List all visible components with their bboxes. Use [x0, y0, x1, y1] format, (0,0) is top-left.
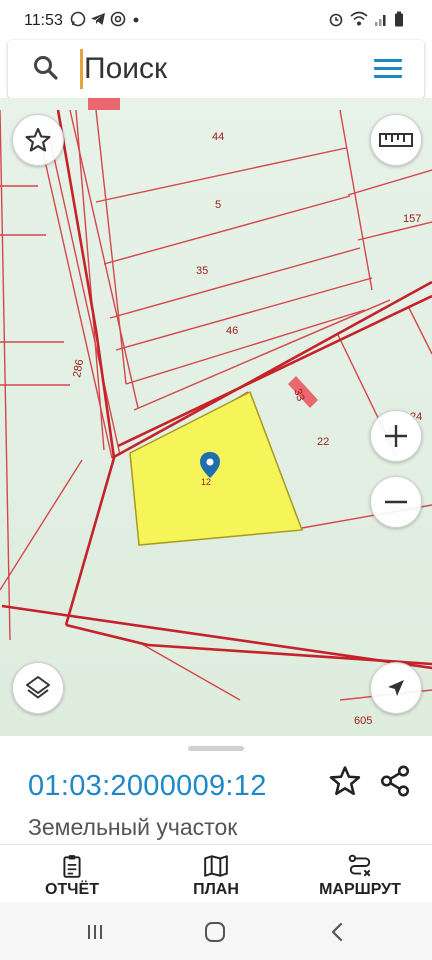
alarm-icon	[329, 13, 343, 27]
map-icon	[204, 855, 228, 877]
menu-icon-line	[374, 67, 402, 70]
zoom-out-button[interactable]	[370, 476, 422, 528]
parcel-label: 35	[196, 265, 208, 277]
route-button[interactable]: МАРШРУТ	[288, 845, 432, 902]
report-button[interactable]: ОТЧЁТ	[0, 845, 144, 902]
back-icon[interactable]	[322, 917, 352, 947]
parcel-cadastral-number: 01:03:2000009:12	[28, 770, 267, 802]
parcel-label: 5	[215, 199, 221, 211]
parcel-type: Земельный участок	[28, 814, 238, 840]
menu-icon-line	[374, 75, 402, 78]
building	[88, 98, 120, 110]
text-cursor	[80, 49, 83, 89]
parcel-label: 46	[226, 325, 238, 337]
star-outline-icon	[25, 127, 51, 152]
measure-ruler-button[interactable]	[370, 114, 422, 166]
status-bar: 11:53	[0, 0, 432, 40]
recent-apps-icon[interactable]	[80, 917, 110, 947]
layers-button[interactable]	[12, 662, 64, 714]
at-icon	[110, 11, 126, 27]
parcel-label: 605	[354, 715, 372, 727]
report-label: ОТЧЁТ	[45, 881, 99, 898]
system-navigation-bar	[0, 902, 432, 960]
action-bar: ОТЧЁТ ПЛАН МАРШРУТ	[0, 844, 432, 902]
plus-icon	[385, 425, 407, 447]
navigation-arrow-icon	[388, 680, 404, 696]
clipboard-icon	[63, 855, 81, 878]
route-label: МАРШРУТ	[319, 881, 401, 898]
zoom-in-button[interactable]	[370, 410, 422, 462]
battery-icon	[395, 11, 403, 27]
status-left-icons	[70, 11, 142, 27]
wifi-icon	[350, 11, 368, 26]
favorite-star-icon[interactable]	[328, 764, 362, 798]
my-location-button[interactable]	[370, 662, 422, 714]
route-icon	[348, 854, 371, 877]
menu-button[interactable]	[372, 54, 404, 84]
search-icon[interactable]	[32, 54, 60, 82]
status-right-icons	[328, 11, 404, 27]
sheet-drag-handle[interactable]	[188, 746, 244, 751]
telegram-icon	[91, 13, 105, 25]
dot-icon	[133, 17, 139, 23]
search-input[interactable]	[84, 46, 354, 92]
cadastral-map: 44 5 157 35 46 286 33 22 24 12 605	[0, 98, 432, 736]
plan-button[interactable]: ПЛАН	[144, 845, 288, 902]
parcel-label: 22	[317, 436, 329, 448]
parcel-label: 12	[201, 477, 211, 487]
map-view[interactable]: 44 5 157 35 46 286 33 22 24 12 605	[0, 98, 432, 736]
whatsapp-icon	[70, 11, 86, 27]
plan-label: ПЛАН	[193, 881, 239, 898]
minus-icon	[385, 500, 407, 504]
parcel-label: 157	[403, 213, 421, 225]
map-favorite-button[interactable]	[12, 114, 64, 166]
parcel-info-sheet: 01:03:2000009:12 Земельный участок	[0, 736, 432, 844]
signal-icon	[375, 15, 386, 26]
share-icon[interactable]	[378, 764, 412, 798]
layers-icon	[26, 676, 50, 699]
status-time: 11:53	[24, 12, 63, 29]
menu-icon	[374, 59, 402, 62]
ruler-icon	[379, 133, 413, 147]
home-icon[interactable]	[200, 917, 230, 947]
search-bar	[8, 40, 424, 98]
parcel-label: 44	[212, 131, 224, 143]
